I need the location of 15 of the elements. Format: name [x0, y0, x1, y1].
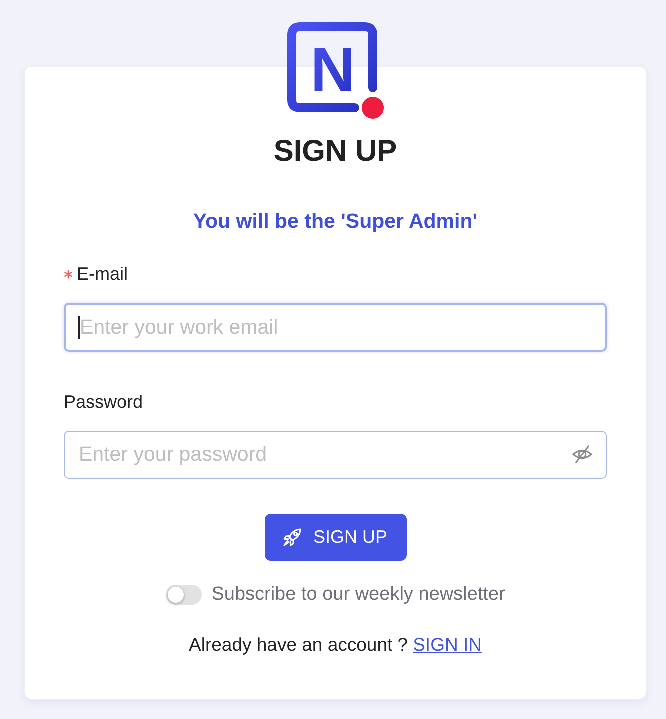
rocket-icon: [283, 528, 302, 547]
newsletter-toggle[interactable]: [166, 585, 202, 605]
role-notice: You will be the 'Super Admin': [192, 209, 479, 235]
sign-in-link[interactable]: SIGN IN: [413, 633, 482, 657]
password-field[interactable]: Enter your password: [64, 431, 607, 479]
email-field[interactable]: Enter your work email: [64, 303, 607, 352]
sign-up-button[interactable]: SIGN UP: [264, 514, 406, 561]
brand-logo: N: [286, 22, 384, 120]
field-label: E-mail: [77, 263, 128, 286]
account-prompt: Already have an account ?: [189, 633, 408, 657]
field-label: Password: [64, 391, 144, 414]
page-title: SIGN UP: [272, 134, 398, 170]
newsletter-label: Subscribe to our weekly newsletter: [212, 583, 506, 607]
text-cursor-icon: [78, 316, 80, 339]
eye-slash-icon[interactable]: [572, 445, 593, 464]
